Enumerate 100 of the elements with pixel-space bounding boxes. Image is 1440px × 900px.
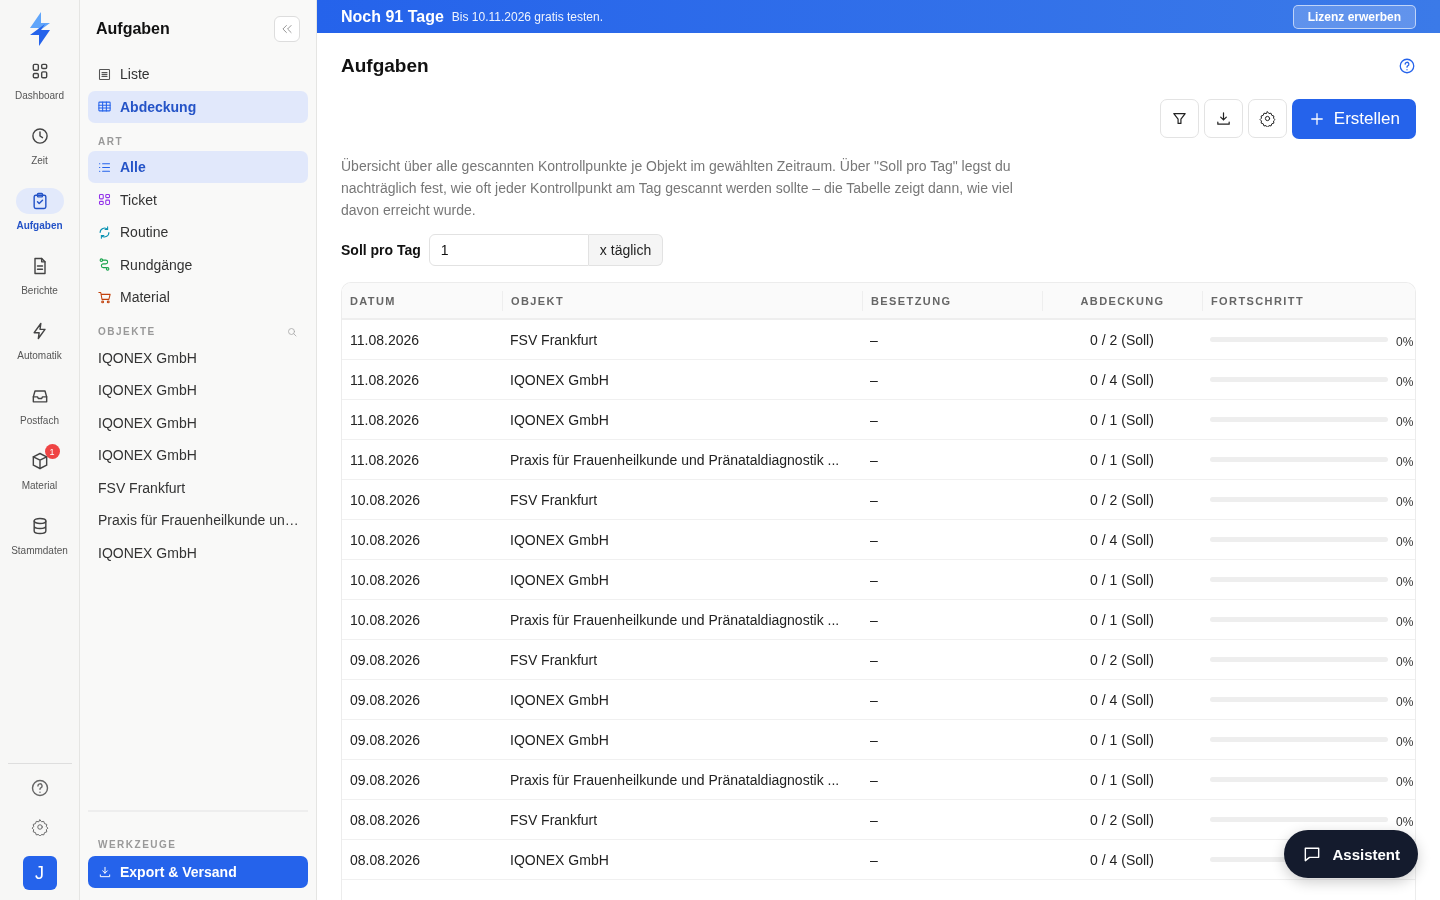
percent-text: 0% bbox=[1396, 495, 1414, 509]
object-item[interactable]: Praxis für Frauenheilkunde un… bbox=[88, 504, 308, 537]
object-item[interactable]: IQONEX GmbH bbox=[88, 374, 308, 407]
percent-text: 0% bbox=[1396, 375, 1414, 389]
table-cell-text: 0 / 2 (Soll) bbox=[1089, 331, 1155, 348]
table-cell-text: – bbox=[869, 771, 879, 788]
section-heading: OBJEKTE bbox=[98, 326, 156, 337]
sidebar-item[interactable]: Ticket bbox=[88, 183, 308, 216]
download-icon bbox=[1214, 110, 1232, 127]
table-icon bbox=[97, 99, 112, 114]
table-cell-text: IQONEX GmbH bbox=[509, 531, 610, 548]
percent-text: 0% bbox=[1396, 815, 1414, 829]
table-cell-text: FSV Frankfurt bbox=[509, 651, 599, 668]
table-cell-text: 0 / 2 (Soll) bbox=[1089, 491, 1155, 508]
table-cell-text: 09.08.2026 bbox=[349, 651, 422, 668]
table-cell-text: – bbox=[869, 531, 879, 548]
table-cell-text: 0 / 4 (Soll) bbox=[1089, 371, 1155, 388]
table-cell-text: – bbox=[869, 571, 879, 588]
page-title: Aufgaben bbox=[341, 55, 429, 77]
notification-badge: 1 bbox=[44, 444, 60, 459]
create-button[interactable]: Erstellen bbox=[1291, 99, 1416, 139]
column-header[interactable]: FORTSCHRITT bbox=[1202, 290, 1415, 311]
nav-item[interactable]: Berichte bbox=[1, 253, 78, 318]
help-icon bbox=[29, 778, 50, 798]
table-cell-text: 0 / 2 (Soll) bbox=[1089, 651, 1155, 668]
percent-text: 0% bbox=[1396, 695, 1414, 709]
table-cell-text: – bbox=[869, 331, 879, 348]
table-cell-text: 0 / 1 (Soll) bbox=[1089, 571, 1155, 588]
nav-item[interactable]: Automatik bbox=[1, 318, 78, 383]
table-cell-text: 11.08.2026 bbox=[349, 371, 421, 388]
nav-item[interactable]: Zeit bbox=[1, 123, 78, 188]
sidebar-item[interactable]: Abdeckung bbox=[88, 90, 308, 123]
column-header[interactable]: DATUM bbox=[342, 290, 502, 311]
nav-item[interactable]: Dashboard bbox=[1, 58, 78, 123]
object-item[interactable]: FSV Frankfurt bbox=[88, 471, 308, 504]
table-cell-text: IQONEX GmbH bbox=[509, 411, 610, 428]
column-header[interactable]: ABDECKUNG bbox=[1042, 290, 1202, 311]
percent-text: 0% bbox=[1396, 455, 1414, 469]
filter-button[interactable] bbox=[1159, 99, 1199, 138]
table-cell-text: 11.08.2026 bbox=[349, 451, 421, 468]
table-cell-text: 10.08.2026 bbox=[349, 611, 422, 628]
percent-text: 0% bbox=[1396, 415, 1414, 429]
table-cell-text: – bbox=[869, 851, 879, 868]
object-item[interactable]: IQONEX GmbH bbox=[88, 536, 308, 569]
table-cell-text: – bbox=[869, 651, 879, 668]
sidebar-item[interactable]: Material bbox=[88, 281, 308, 313]
table-cell-text: Praxis für Frauenheilkunde und Pränataldiagnostik ... bbox=[509, 451, 841, 468]
grid-icon bbox=[97, 192, 112, 207]
object-item[interactable]: IQONEX GmbH bbox=[88, 439, 308, 472]
table-cell-text: 0 / 1 (Soll) bbox=[1089, 771, 1155, 788]
settings-icon bbox=[1258, 110, 1276, 127]
table-cell-text: – bbox=[869, 731, 879, 748]
nav-item[interactable]: Aufgaben bbox=[1, 188, 78, 253]
sidebar-item[interactable]: Alle bbox=[88, 151, 308, 183]
assistant-button[interactable]: Assistent bbox=[1284, 830, 1418, 878]
download-icon bbox=[98, 865, 112, 879]
table-cell-text: 09.08.2026 bbox=[349, 771, 422, 788]
table-cell-text: 0 / 4 (Soll) bbox=[1089, 851, 1155, 868]
help-button[interactable] bbox=[1398, 57, 1416, 75]
percent-text: 0% bbox=[1396, 575, 1414, 589]
table-cell-text: Praxis für Frauenheilkunde und Pränataldiagnostik ... bbox=[509, 771, 841, 788]
table-cell-text: 0 / 2 (Soll) bbox=[1089, 811, 1155, 828]
table-cell-text: – bbox=[869, 411, 879, 428]
object-item[interactable]: IQONEX GmbH bbox=[88, 341, 308, 374]
sidebar-item[interactable]: Liste bbox=[88, 58, 308, 90]
table-cell-text: 0 / 1 (Soll) bbox=[1089, 731, 1155, 748]
sidebar-item[interactable]: Rundgänge bbox=[88, 248, 308, 281]
filter-icon bbox=[1170, 110, 1188, 127]
section-heading: ART bbox=[98, 135, 124, 147]
table-cell-text: IQONEX GmbH bbox=[509, 691, 610, 708]
table-cell-text: 11.08.2026 bbox=[349, 331, 421, 348]
table-cell-text: 08.08.2026 bbox=[349, 851, 422, 868]
table-cell-text: 0 / 4 (Soll) bbox=[1089, 531, 1155, 548]
table-cell-text: 0 / 4 (Soll) bbox=[1089, 691, 1155, 708]
table-cell-text: 08.08.2026 bbox=[349, 811, 422, 828]
refresh-icon bbox=[97, 224, 112, 240]
percent-text: 0% bbox=[1396, 735, 1414, 749]
target-input-field[interactable]: 1 bbox=[428, 234, 589, 266]
table-cell-text: 0 / 1 (Soll) bbox=[1089, 611, 1155, 628]
export-button[interactable]: Export & Versand bbox=[88, 856, 308, 888]
list-icon bbox=[97, 66, 112, 82]
percent-text: 0% bbox=[1396, 775, 1414, 789]
download-button[interactable] bbox=[1203, 99, 1243, 138]
object-item[interactable]: IQONEX GmbH bbox=[88, 406, 308, 439]
sidebar-item[interactable]: Routine bbox=[88, 216, 308, 248]
sidebar-title: Aufgaben bbox=[96, 20, 170, 38]
table-cell-text: – bbox=[869, 611, 879, 628]
help-button[interactable] bbox=[29, 778, 50, 798]
nav-item[interactable]: Stammdaten bbox=[1, 513, 78, 578]
settings-button[interactable] bbox=[30, 818, 49, 836]
table-cell-text: 11.08.2026 bbox=[349, 411, 421, 428]
column-header[interactable]: OBJEKT bbox=[502, 290, 862, 311]
double-chevron-left-icon bbox=[280, 22, 294, 36]
banner-title: Noch 91 Tage bbox=[341, 7, 444, 26]
help-icon bbox=[1398, 57, 1416, 75]
column-header[interactable]: BESETZUNG bbox=[862, 290, 1042, 311]
table-cell-text: FSV Frankfurt bbox=[509, 331, 599, 348]
percent-text: 0% bbox=[1396, 335, 1414, 349]
user-avatar[interactable]: J bbox=[22, 856, 57, 890]
percent-text: 0% bbox=[1396, 615, 1414, 629]
